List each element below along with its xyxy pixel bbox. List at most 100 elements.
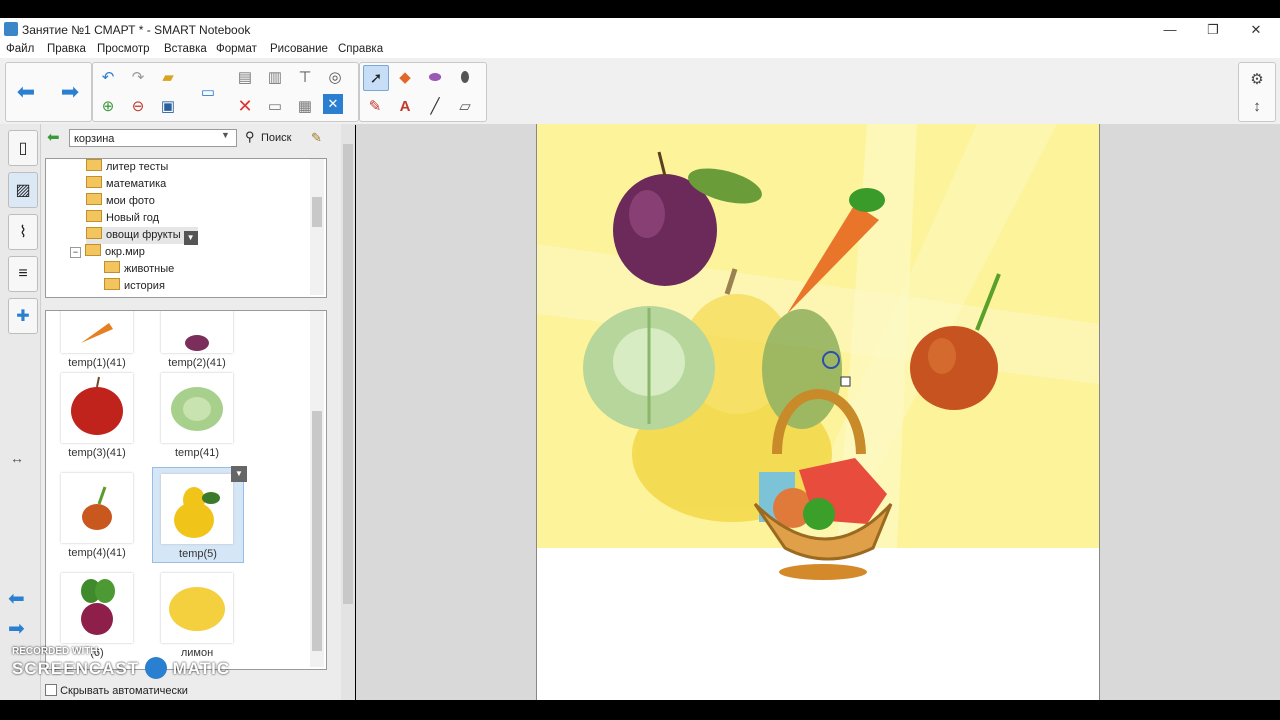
tree-item[interactable]: история (104, 278, 165, 295)
screen-capture-icon[interactable]: ▥ (263, 65, 287, 89)
chevron-down-icon[interactable]: ▼ (231, 466, 247, 482)
plum-object (613, 151, 762, 286)
pens-tool-icon[interactable]: ✎ (363, 94, 387, 118)
folder-icon (86, 210, 102, 222)
menu-bar: Файл Правка Просмотр Вставка Формат Рисо… (0, 42, 1280, 58)
thumbnail-item-selected[interactable]: temp(5) ▼ (152, 466, 247, 563)
addons-icon[interactable]: ✚ (8, 298, 38, 334)
next-page-icon[interactable]: ➡ (58, 79, 82, 104)
menu-help[interactable]: Справка (338, 43, 383, 55)
close-toolbar-icon[interactable]: ✕ (323, 94, 343, 114)
search-icon[interactable]: ⚲ (245, 129, 255, 145)
gallery-tools-icon[interactable]: ✎ (311, 130, 322, 146)
sidebar-tabs: ▯ ▨ ⌇ ≡ ✚ ↔ ⬅ ➡ (0, 124, 41, 700)
search-input[interactable]: корзина (69, 129, 237, 147)
menu-view[interactable]: Просмотр (97, 43, 150, 55)
tree-item[interactable]: математика (86, 176, 166, 193)
thumbnail-item[interactable]: temp(4)(41) (58, 471, 136, 559)
folder-icon (86, 159, 102, 171)
thumbnail-item[interactable]: temp(41) (158, 371, 236, 459)
thumbnail-item[interactable]: (6) (58, 571, 136, 659)
open-folder-icon[interactable]: ▰ (156, 65, 180, 89)
tools-group: ➚ ◆ ⬬ ⬮ ✎ A ╱ ▱ (359, 62, 487, 122)
settings-gear-icon[interactable]: ⚙ (1245, 67, 1269, 91)
fill-tool-icon[interactable]: ⬮ (453, 65, 477, 89)
menu-draw[interactable]: Рисование (270, 43, 328, 55)
letterbox-bottom (0, 700, 1280, 720)
carrot-thumbnail (61, 311, 133, 353)
chevron-down-icon[interactable]: ▼ (221, 130, 230, 140)
search-row: ⬅ корзина ▼ ⚲ Поиск ✎ (45, 128, 337, 150)
line-tool-icon[interactable]: ╱ (423, 94, 447, 118)
autohide-row: Скрывать автоматически (45, 684, 188, 697)
add-page-icon[interactable]: ⊕ (96, 94, 120, 118)
previous-page-icon[interactable]: ⬅ (14, 79, 38, 104)
page-objects (583, 151, 1001, 580)
properties-icon[interactable]: ≡ (8, 256, 38, 292)
scroll-thumb[interactable] (312, 411, 322, 651)
save-icon[interactable]: ▣ (156, 94, 180, 118)
table-icon[interactable]: ▦ (293, 94, 317, 118)
thumbnail-item[interactable]: temp(2)(41) (158, 311, 236, 369)
gallery-tree: литер тесты математика мои фото Новый го… (45, 158, 327, 298)
pear-thumbnail (161, 474, 233, 544)
redo-icon[interactable]: ↷ (126, 65, 150, 89)
display-icon[interactable]: ▭ (196, 80, 220, 104)
search-button[interactable]: Поиск (261, 132, 291, 144)
minimize-button[interactable]: — (1150, 20, 1190, 40)
chevron-down-icon[interactable]: ▼ (183, 231, 198, 245)
scroll-thumb[interactable] (343, 144, 353, 604)
gallery-panel: ⬅ корзина ▼ ⚲ Поиск ✎ литер тесты матема… (41, 124, 341, 700)
fullscreen-icon[interactable]: ⊤ (293, 65, 317, 89)
plum-thumbnail (161, 311, 233, 353)
tree-item[interactable]: − окр.мир (70, 244, 145, 261)
panel-scrollbar[interactable] (341, 124, 355, 700)
menu-edit[interactable]: Правка (47, 43, 86, 55)
page-sorter-icon[interactable]: ▯ (8, 130, 38, 166)
attachments-icon[interactable]: ⌇ (8, 214, 38, 250)
delete-icon[interactable]: ✕ (233, 94, 257, 118)
folder-icon (86, 176, 102, 188)
restore-button[interactable]: ❐ (1193, 20, 1233, 40)
select-tool-icon[interactable]: ➚ (363, 65, 389, 91)
tree-item[interactable]: мои фото (86, 193, 155, 210)
resize-panel-icon[interactable]: ↔ (10, 450, 24, 466)
thumbnail-item[interactable]: temp(1)(41) (58, 311, 136, 369)
lemon-thumbnail (161, 573, 233, 643)
menu-format[interactable]: Формат (216, 43, 257, 55)
carrot-object (787, 188, 885, 314)
toolbar: ⬅ ➡ ↶ ↷ ▰ ⊕ ⊖ ▣ ▭ ▤ ▥ ⊤ ◎ ✕ ▭ ▦ ✕ ➚ ◆ ⬬ … (0, 58, 1280, 125)
autohide-checkbox[interactable] (45, 684, 57, 696)
menu-insert[interactable]: Вставка (164, 43, 207, 55)
cabbage-object (583, 306, 715, 430)
scroll-thumb[interactable] (312, 197, 322, 227)
apple-thumbnail (61, 373, 133, 443)
tree-item[interactable]: овощи фрукты ▼ (86, 227, 198, 245)
tree-scrollbar[interactable] (310, 159, 324, 295)
thumbnail-item[interactable]: temp(3)(41) (58, 371, 136, 459)
eraser-shape-icon[interactable]: ⬬ (423, 65, 447, 89)
screen-shade-icon[interactable]: ▭ (263, 94, 287, 118)
shape-tool-icon[interactable]: ◆ (393, 65, 417, 89)
tree-item[interactable]: литер тесты (86, 159, 168, 176)
paste-icon[interactable]: ▤ (233, 65, 257, 89)
collapse-icon[interactable]: − (70, 247, 81, 258)
close-button[interactable]: ✕ (1236, 20, 1276, 40)
eraser-tool-icon[interactable]: ▱ (453, 94, 477, 118)
toolbar-move-icon[interactable]: ↕ (1245, 94, 1269, 118)
back-arrow-icon[interactable]: ⬅ (47, 128, 60, 146)
notebook-page[interactable] (536, 124, 1100, 700)
magnifier-icon[interactable]: ◎ (323, 65, 347, 89)
text-tool-icon[interactable]: A (393, 94, 417, 118)
thumbnails-scrollbar[interactable] (310, 311, 324, 667)
delete-page-icon[interactable]: ⊖ (126, 94, 150, 118)
tree-item[interactable]: Новый год (86, 210, 159, 227)
thumbnail-item[interactable]: лимон (158, 571, 236, 659)
undo-icon[interactable]: ↶ (96, 65, 120, 89)
gallery-icon[interactable]: ▨ (8, 172, 38, 208)
screencast-watermark: RECORDED WITH SCREENCAST MATIC (12, 646, 231, 679)
move-right-icon[interactable]: ➡ (8, 616, 25, 641)
tree-item[interactable]: животные (104, 261, 174, 278)
move-left-icon[interactable]: ⬅ (8, 586, 25, 611)
menu-file[interactable]: Файл (6, 43, 34, 55)
